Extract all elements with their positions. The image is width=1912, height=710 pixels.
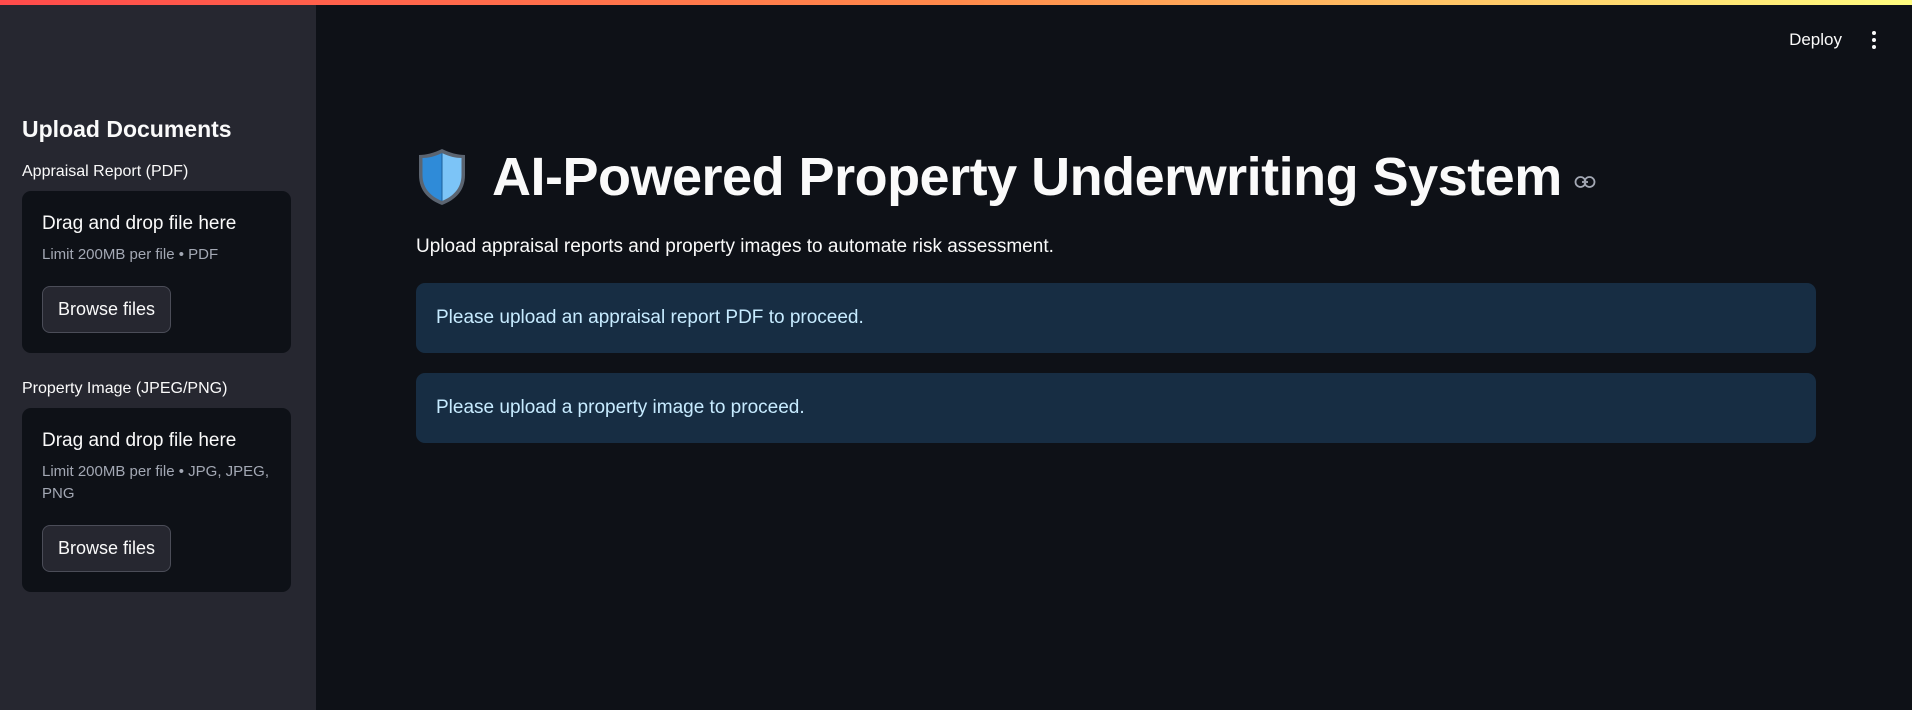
info-alert-appraisal: Please upload an appraisal report PDF to… — [416, 283, 1816, 353]
info-alert-property-image: Please upload a property image to procee… — [416, 373, 1816, 443]
file-dropzone[interactable]: Drag and drop file here Limit 200MB per … — [22, 408, 291, 592]
page-title: AI-Powered Property Underwriting System — [492, 147, 1562, 207]
browse-files-button[interactable]: Browse files — [42, 286, 172, 333]
dropzone-instructions: Drag and drop file here — [42, 213, 237, 234]
file-dropzone[interactable]: Drag and drop file here Limit 200MB per … — [22, 191, 291, 353]
dropzone-instructions: Drag and drop file here — [42, 430, 237, 451]
sidebar-heading: Upload Documents — [22, 116, 232, 142]
sidebar: Upload Documents Appraisal Report (PDF) … — [0, 0, 316, 710]
deploy-button[interactable]: Deploy — [1789, 30, 1842, 50]
browse-files-button[interactable]: Browse files — [42, 525, 172, 572]
uploader-label: Property Image (JPEG/PNG) — [22, 380, 228, 397]
app-header-actions: Deploy — [1789, 28, 1884, 52]
top-decoration-stripe — [0, 0, 1912, 5]
uploader-label: Appraisal Report (PDF) — [22, 163, 189, 180]
shield-icon — [419, 149, 465, 205]
main-content: AI-Powered Property Underwriting System … — [416, 146, 1816, 463]
file-limit-text: Limit 200MB per file • JPG, JPEG, PNG — [42, 463, 269, 502]
kebab-menu-icon[interactable] — [1864, 28, 1884, 52]
property-image-uploader: Property Image (JPEG/PNG) Drag and drop … — [22, 380, 294, 592]
appraisal-uploader: Appraisal Report (PDF) Drag and drop fil… — [22, 163, 294, 353]
title-row: AI-Powered Property Underwriting System — [416, 146, 1816, 208]
file-limit-text: Limit 200MB per file • PDF — [42, 246, 219, 263]
page-subtitle: Upload appraisal reports and property im… — [416, 236, 1054, 257]
link-icon[interactable] — [1574, 175, 1596, 189]
